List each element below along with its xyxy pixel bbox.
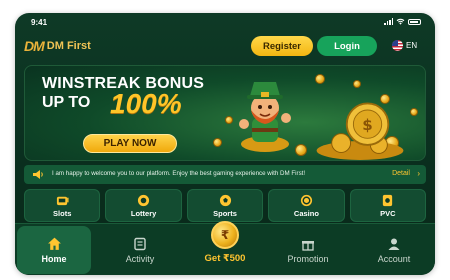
- nav-account[interactable]: Account: [357, 224, 431, 275]
- nav-label: Home: [41, 254, 67, 264]
- notice-detail-link[interactable]: Detail: [392, 170, 410, 177]
- user-icon: [388, 238, 400, 250]
- coin-decoration: [410, 108, 418, 116]
- app-screen: 9:41 DM DM First Register Login EN $ WIN…: [15, 13, 435, 275]
- wifi-icon: [396, 18, 405, 25]
- logo-mark: DM: [24, 38, 45, 54]
- nav-label: Promotion: [287, 253, 329, 264]
- category-pvc[interactable]: PVC: [349, 189, 427, 222]
- banner-percent: 100%: [110, 88, 182, 119]
- play-now-button[interactable]: PLAY NOW: [83, 134, 177, 153]
- login-button[interactable]: Login: [317, 36, 377, 56]
- notice-message: I am happy to welcome you to our platfor…: [52, 170, 306, 177]
- lottery-ball-icon: [138, 194, 150, 206]
- coin-decoration: [315, 74, 325, 84]
- language-selector[interactable]: EN: [392, 40, 417, 51]
- category-label: Casino: [293, 208, 319, 218]
- top-header: DM DM First Register Login EN: [15, 34, 435, 62]
- status-icons: [384, 18, 421, 25]
- nav-activity[interactable]: Activity: [103, 224, 177, 275]
- chevron-right-icon: ›: [417, 169, 420, 178]
- soccer-ball-icon: [219, 194, 231, 206]
- category-lottery[interactable]: Lottery: [105, 189, 182, 222]
- brand-name: DM First: [46, 40, 91, 52]
- coin-pile-icon: $: [316, 102, 404, 160]
- category-slots[interactable]: Slots: [24, 189, 101, 222]
- banner-subtitle: UP TO: [42, 94, 91, 111]
- battery-icon: [408, 18, 421, 25]
- gift-icon: [302, 240, 314, 251]
- coin-decoration: [353, 80, 361, 88]
- get-bonus-label: Get ₹500: [204, 253, 246, 264]
- category-sports[interactable]: Sports: [186, 189, 264, 222]
- nav-promotion[interactable]: Promotion: [271, 224, 345, 275]
- signal-icon: [384, 18, 393, 25]
- status-bar: 9:41: [15, 13, 435, 33]
- nav-label: Activity: [125, 253, 155, 264]
- nav-home[interactable]: Home: [17, 224, 91, 275]
- speaker-icon: [33, 170, 43, 179]
- promo-banner[interactable]: $ WINSTREAK BONUS UP TO 100% PLAY NOW: [24, 65, 426, 161]
- category-label: Sports: [213, 208, 237, 218]
- category-label: Slots: [53, 208, 72, 218]
- language-label: EN: [406, 41, 418, 50]
- nav-label: Account: [377, 253, 411, 264]
- casino-chip-icon: [300, 194, 312, 206]
- status-time: 9:41: [31, 18, 48, 27]
- pvc-icon: [383, 194, 393, 206]
- category-casino[interactable]: Casino: [268, 189, 345, 222]
- rupee-coin-icon: ₹: [211, 221, 239, 249]
- home-icon: [47, 237, 61, 250]
- svg-text:$: $: [362, 116, 373, 134]
- activity-icon: [134, 237, 146, 250]
- category-label: Lottery: [130, 208, 157, 218]
- slot-machine-icon: [56, 196, 69, 205]
- category-label: PVC: [380, 208, 396, 218]
- category-bar: Slots Lottery Sports Casino PVC: [24, 189, 427, 222]
- get-bonus-button[interactable]: ₹ Get ₹500: [197, 221, 253, 271]
- register-button[interactable]: Register: [251, 36, 313, 56]
- brand-logo[interactable]: DM DM First: [24, 38, 91, 54]
- us-flag-icon: [392, 40, 403, 51]
- leprechaun-mascot-icon: [239, 82, 291, 152]
- coin-decoration: [213, 138, 222, 147]
- notice-bar[interactable]: I am happy to welcome you to our platfor…: [24, 165, 426, 184]
